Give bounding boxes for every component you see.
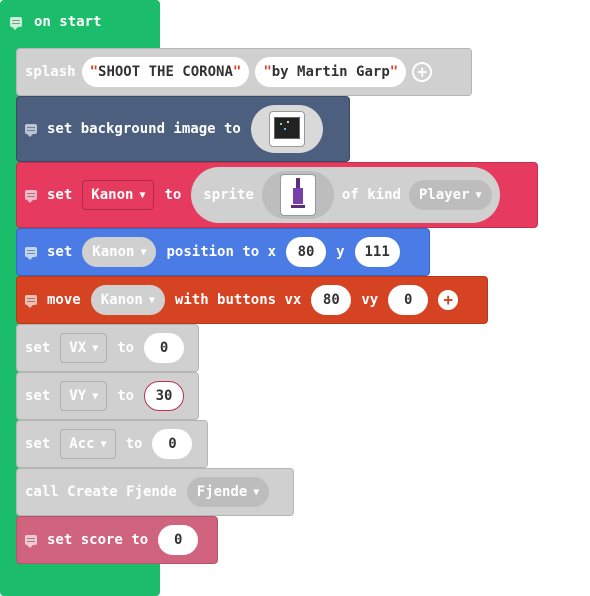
on-start-label: on start xyxy=(34,14,102,30)
set-position-block[interactable]: set Kanon ▼ position to x 80 y 111 xyxy=(16,228,430,276)
value-input[interactable]: 0 xyxy=(152,429,193,459)
set-background-block[interactable]: set background image to xyxy=(16,96,350,162)
set-acc-block[interactable]: set Acc ▼ to 0 xyxy=(16,420,208,468)
variable-dropdown[interactable]: VX ▼ xyxy=(60,333,108,363)
background-image-picker[interactable] xyxy=(250,105,323,153)
call-function-block[interactable]: call Create Fjende Fjende ▼ xyxy=(16,468,294,516)
add-icon[interactable]: + xyxy=(412,62,433,82)
variable-dropdown[interactable]: Kanon ▼ xyxy=(90,285,165,315)
splash-title-input[interactable]: " SHOOT THE CORONA " xyxy=(81,57,250,87)
chevron-down-icon: ▼ xyxy=(148,294,155,306)
chevron-down-icon: ▼ xyxy=(92,342,99,354)
chevron-down-icon: ▼ xyxy=(140,246,147,258)
y-label: y xyxy=(336,244,345,260)
value-input[interactable]: 0 xyxy=(144,333,185,363)
background-label: set background image to xyxy=(47,121,241,137)
chevron-down-icon: ▼ xyxy=(100,438,107,450)
chevron-down-icon: ▼ xyxy=(139,189,146,201)
score-input[interactable]: 0 xyxy=(158,525,199,555)
value-input[interactable]: 30 xyxy=(144,381,185,411)
chevron-down-icon: ▼ xyxy=(253,486,260,498)
set-vx-block[interactable]: set VX ▼ to 0 xyxy=(16,324,199,372)
splash-label: splash xyxy=(25,64,76,80)
call-label: call Create Fjende xyxy=(25,484,177,500)
set-vy-block[interactable]: set VY ▼ to 30 xyxy=(16,372,199,420)
function-dropdown[interactable]: Fjende ▼ xyxy=(186,477,270,507)
variable-dropdown[interactable]: Kanon ▼ xyxy=(82,237,157,267)
chevron-down-icon: ▼ xyxy=(475,189,482,201)
variable-dropdown[interactable]: Kanon ▼ xyxy=(82,180,155,210)
to-label: to xyxy=(117,340,135,356)
vy-label: vy xyxy=(361,292,379,308)
splash-block[interactable]: splash " SHOOT THE CORONA " " by Martin … xyxy=(16,48,472,96)
comment-icon[interactable] xyxy=(25,124,37,137)
set-score-label: set score to xyxy=(47,532,149,548)
vy-input[interactable]: 0 xyxy=(388,285,429,315)
syringe-image-icon xyxy=(279,174,316,216)
chevron-down-icon: ▼ xyxy=(92,390,99,402)
set-label: set xyxy=(25,340,51,356)
vx-input[interactable]: 80 xyxy=(311,285,352,315)
move-block[interactable]: move Kanon ▼ with buttons vx 80 vy 0 + xyxy=(16,276,488,324)
sprite-image-picker[interactable] xyxy=(261,171,334,219)
buttons-vx-label: with buttons vx xyxy=(174,292,302,308)
comment-icon[interactable] xyxy=(25,295,37,308)
set-label: set xyxy=(47,244,73,260)
to-label: to xyxy=(117,388,135,404)
variable-dropdown[interactable]: Acc ▼ xyxy=(60,429,116,459)
set-label: set xyxy=(47,187,73,203)
set-label: set xyxy=(25,388,51,404)
splash-subtitle-input[interactable]: " by Martin Garp " xyxy=(255,57,407,87)
comment-icon[interactable] xyxy=(25,190,37,203)
set-score-block[interactable]: set score to 0 xyxy=(16,516,218,564)
move-label: move xyxy=(47,292,81,308)
starfield-image-icon xyxy=(268,111,305,147)
to-label: to xyxy=(125,436,143,452)
comment-icon[interactable] xyxy=(25,247,37,260)
sprite-value[interactable]: sprite of kind Player ▼ xyxy=(191,167,500,223)
position-label: position to x xyxy=(166,244,277,260)
y-input[interactable]: 111 xyxy=(354,237,400,267)
variable-dropdown[interactable]: VY ▼ xyxy=(60,381,108,411)
kind-dropdown[interactable]: Player ▼ xyxy=(408,180,492,210)
add-icon[interactable]: + xyxy=(438,290,459,310)
comment-icon[interactable] xyxy=(25,535,37,548)
set-label: set xyxy=(25,436,51,452)
set-sprite-block[interactable]: set Kanon ▼ to sprite of kind Player ▼ xyxy=(16,162,538,228)
sprite-label: sprite xyxy=(203,187,254,203)
of-kind-label: of kind xyxy=(341,187,401,203)
comment-icon[interactable] xyxy=(10,17,22,30)
x-input[interactable]: 80 xyxy=(286,237,327,267)
to-label: to xyxy=(164,187,182,203)
